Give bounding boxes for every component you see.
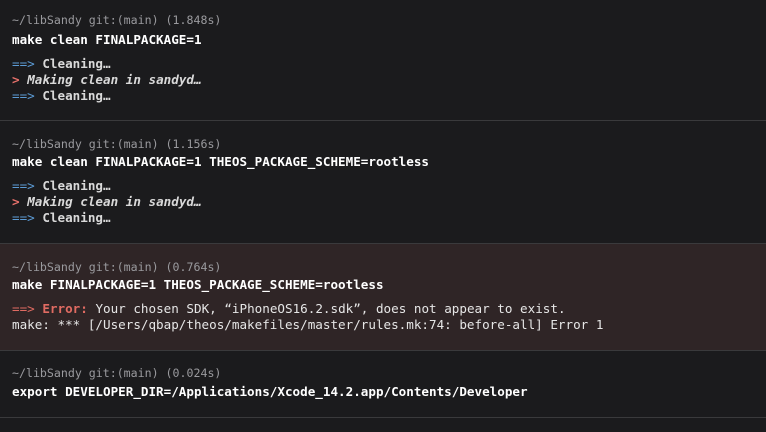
error-prefix: ==> xyxy=(12,301,35,316)
output-text: Cleaning… xyxy=(42,178,111,193)
output-prefix: ==> xyxy=(12,210,35,225)
command-block-2[interactable]: ~/libSandy git:(main) (1.156s) make clea… xyxy=(0,121,766,244)
output-prefix: > xyxy=(12,72,20,87)
make-error-line: make: *** [/Users/qbap/theos/makefiles/m… xyxy=(12,317,604,332)
prompt-line: ~/libSandy git:(main) (1.848s) xyxy=(12,13,222,27)
command-text: make clean FINALPACKAGE=1 xyxy=(12,32,202,47)
command-block-3-error[interactable]: ~/libSandy git:(main) (0.764s) make FINA… xyxy=(0,244,766,351)
command-block-1[interactable]: ~/libSandy git:(main) (1.848s) make clea… xyxy=(0,0,766,121)
output-text: Cleaning… xyxy=(42,88,111,103)
command-block-4[interactable]: ~/libSandy git:(main) (0.024s) export DE… xyxy=(0,351,766,418)
output-text: Cleaning… xyxy=(42,210,111,225)
terminal-window: ~/libSandy git:(main) (1.848s) make clea… xyxy=(0,0,766,432)
output-text: Making clean in sandyd… xyxy=(27,72,202,87)
prompt-line: ~/libSandy git:(main) (0.024s) xyxy=(12,366,222,380)
error-message: Your chosen SDK, “iPhoneOS16.2.sdk”, doe… xyxy=(95,301,566,316)
output-line: ==> Cleaning… xyxy=(12,178,111,194)
output-text: Making clean in sandyd… xyxy=(27,194,202,209)
output-prefix: ==> xyxy=(12,88,35,103)
output-text: Cleaning… xyxy=(42,56,111,71)
error-label: Error: xyxy=(42,301,88,316)
command-text: export DEVELOPER_DIR=/Applications/Xcode… xyxy=(12,384,528,399)
prompt-line: ~/libSandy git:(main) (1.156s) xyxy=(12,137,222,151)
output-line: ==> Cleaning… xyxy=(12,56,111,72)
output-line: ==> Cleaning… xyxy=(12,88,111,104)
output-prefix: ==> xyxy=(12,56,35,71)
output-prefix: ==> xyxy=(12,178,35,193)
command-text: make clean FINALPACKAGE=1 THEOS_PACKAGE_… xyxy=(12,154,430,169)
prompt-line: ~/libSandy git:(main) (0.764s) xyxy=(12,260,222,274)
output-line: > Making clean in sandyd… xyxy=(12,72,202,88)
output-line: ==> Cleaning… xyxy=(12,210,111,226)
output-prefix: > xyxy=(12,194,20,209)
command-text: make FINALPACKAGE=1 THEOS_PACKAGE_SCHEME… xyxy=(12,277,384,292)
output-line: > Making clean in sandyd… xyxy=(12,194,202,210)
error-line: ==> Error: Your chosen SDK, “iPhoneOS16.… xyxy=(12,301,566,317)
